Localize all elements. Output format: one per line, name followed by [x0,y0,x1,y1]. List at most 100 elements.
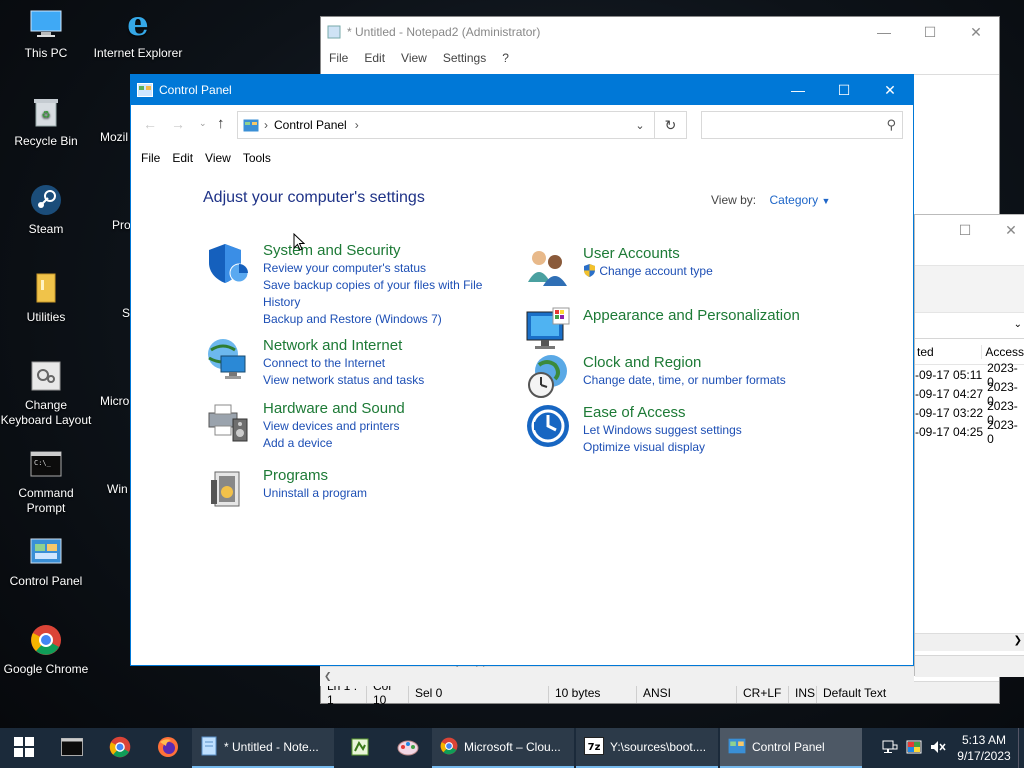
firefox-icon [157,736,179,761]
taskbar-app-label: Control Panel [752,740,825,754]
file-manager-window[interactable]: ☐ ✕ ⌄ ted Access -09-17 05:11 2023-0 -09… [914,214,1024,677]
desktop-icon-partial-win[interactable]: Win [107,482,128,496]
refresh-icon[interactable]: ↻ [654,112,686,138]
notepad-menu-file[interactable]: File [329,51,348,65]
link-optimize-visual-display[interactable]: Optimize visual display [583,439,742,456]
desktop-icon-steam[interactable]: Steam [0,182,92,237]
network-icon[interactable] [878,740,902,757]
notepad-menu-edit[interactable]: Edit [364,51,385,65]
desktop-icon-internet-explorer[interactable]: e Internet Explorer [92,6,184,61]
taskbar-app-control-panel[interactable]: Control Panel [720,728,862,768]
category-ease-of-access: Ease of Access Let Windows suggest setti… [527,403,742,456]
volume-muted-icon[interactable] [926,740,950,757]
notepad-icon [200,736,218,759]
category-title[interactable]: User Accounts [583,244,713,263]
notepad-menu-view[interactable]: View [401,51,427,65]
notepad-menu-settings[interactable]: Settings [443,51,486,65]
category-title[interactable]: Clock and Region [583,353,786,372]
taskbar-app-chrome[interactable]: Microsoft – Clou... [432,728,574,768]
address-bar[interactable]: › Control Panel › ⌄ ↻ [237,111,687,139]
taskbar-app-notepad[interactable]: * Untitled - Note... [192,728,334,768]
recent-locations-chevron-icon[interactable]: ⌄ [199,118,207,129]
clock[interactable]: 5:13 AM 9/17/2023 [950,732,1018,764]
file-manager-maximize-button[interactable]: ☐ [955,215,975,245]
category-title[interactable]: Network and Internet [263,336,424,355]
notepad-titlebar[interactable]: * Untitled - Notepad2 (Administrator) — … [321,17,999,47]
file-manager-close-button[interactable]: ✕ [1001,215,1021,245]
taskbar-pin-paint[interactable] [384,728,432,768]
link-review-status[interactable]: Review your computer's status [263,260,493,277]
link-add-device[interactable]: Add a device [263,435,405,452]
notepad-title: * Untitled - Notepad2 (Administrator) [347,25,541,39]
user-accounts-icon [525,244,571,290]
category-title[interactable]: Hardware and Sound [263,399,405,418]
taskbar-pin-command-prompt[interactable] [48,728,96,768]
menu-view[interactable]: View [201,151,239,165]
taskbar-pin-notepad-plus[interactable] [336,728,384,768]
file-manager-titlebar[interactable]: ☐ ✕ [915,215,1024,245]
category-title[interactable]: Programs [263,466,367,485]
maximize-button[interactable]: ☐ [821,75,867,105]
file-manager-hscrollbar[interactable]: ❯ [915,633,1024,651]
desktop-icon-control-panel[interactable]: Control Panel [0,534,92,589]
taskbar-app-7zip[interactable]: 7z Y:\sources\boot.... [576,728,718,768]
desktop-icon-recycle-bin[interactable]: ♻ Recycle Bin [0,94,92,149]
back-arrow-icon[interactable]: ← [143,116,157,132]
link-connect-internet[interactable]: Connect to the Internet [263,355,424,372]
chevron-down-icon[interactable]: ⌄ [1014,319,1022,330]
link-change-account-type[interactable]: Change account type [583,263,713,282]
taskbar-pin-chrome[interactable] [96,728,144,768]
chrome-icon [28,622,64,658]
forward-arrow-icon[interactable]: → [171,116,185,132]
appearance-icon [525,306,571,352]
start-button[interactable] [0,728,48,768]
desktop-icon-firefox-partial[interactable]: Mozil [100,130,128,144]
category-title[interactable]: Appearance and Personalization [583,306,800,325]
desktop-icon-google-chrome[interactable]: Google Chrome [0,622,92,677]
up-arrow-icon[interactable]: ↑ [217,115,225,132]
desktop-icon-this-pc[interactable]: This PC [0,6,92,61]
link-windows-suggest-settings[interactable]: Let Windows suggest settings [583,422,742,439]
breadcrumb[interactable]: Control Panel [274,118,347,132]
notepad-maximize-button[interactable]: ☐ [907,17,953,47]
scroll-right-icon[interactable]: ❯ [1014,635,1022,646]
table-row[interactable]: -09-17 04:25 2023-0 [915,418,1024,446]
link-uninstall-program[interactable]: Uninstall a program [263,485,367,502]
notepad-minimize-button[interactable]: — [861,17,907,47]
breadcrumb-separator-icon[interactable]: › [355,118,359,132]
desktop-icon-utilities[interactable]: Utilities [0,270,92,325]
link-date-time-formats[interactable]: Change date, time, or number formats [583,372,786,389]
menu-tools[interactable]: Tools [239,151,279,165]
category-title[interactable]: Ease of Access [583,403,742,422]
link-network-status[interactable]: View network status and tasks [263,372,424,389]
column-modified[interactable]: ted [915,344,983,359]
link-file-history[interactable]: Save backup copies of your files with Fi… [263,277,493,311]
desktop-icon-label: Internet Explorer [93,46,183,60]
show-desktop-button[interactable] [1018,728,1024,768]
desktop-icon-partial-pro[interactable]: Pro [112,218,131,232]
view-by-dropdown[interactable]: Category ▼ [769,193,830,207]
desktop-icon-partial-micro[interactable]: Micro [100,394,129,408]
desktop-icon-partial-s[interactable]: S [122,306,130,320]
menu-file[interactable]: File [137,151,168,165]
search-icon[interactable]: ⚲ [886,117,896,133]
scroll-left-icon[interactable]: ❮ [324,671,332,682]
notepad-menu-help[interactable]: ? [502,51,509,65]
link-backup-restore[interactable]: Backup and Restore (Windows 7) [263,311,493,328]
control-panel-window[interactable]: Control Panel — ☐ ✕ ← → ⌄ ↑ › Control Pa… [130,74,914,666]
desktop-icon-change-keyboard-layout[interactable]: Change Keyboard Layout [0,358,92,428]
search-input[interactable]: ⚲ [701,111,903,139]
control-panel-titlebar[interactable]: Control Panel — ☐ ✕ [131,75,913,105]
notepad-close-button[interactable]: ✕ [953,17,999,47]
taskbar-pin-firefox[interactable] [144,728,192,768]
address-dropdown-chevron-icon[interactable]: ⌄ [626,119,654,132]
menu-edit[interactable]: Edit [168,151,201,165]
minimize-button[interactable]: — [775,75,821,105]
desktop-icon-command-prompt[interactable]: C:\_ Command Prompt [0,446,92,516]
column-accessed[interactable]: Access [982,345,1024,359]
breadcrumb-separator-icon[interactable]: › [264,118,268,132]
file-manager-path-bar[interactable]: ⌄ [915,313,1024,339]
color-display-icon[interactable] [902,740,926,757]
link-devices-printers[interactable]: View devices and printers [263,418,405,435]
close-button[interactable]: ✕ [867,75,913,105]
